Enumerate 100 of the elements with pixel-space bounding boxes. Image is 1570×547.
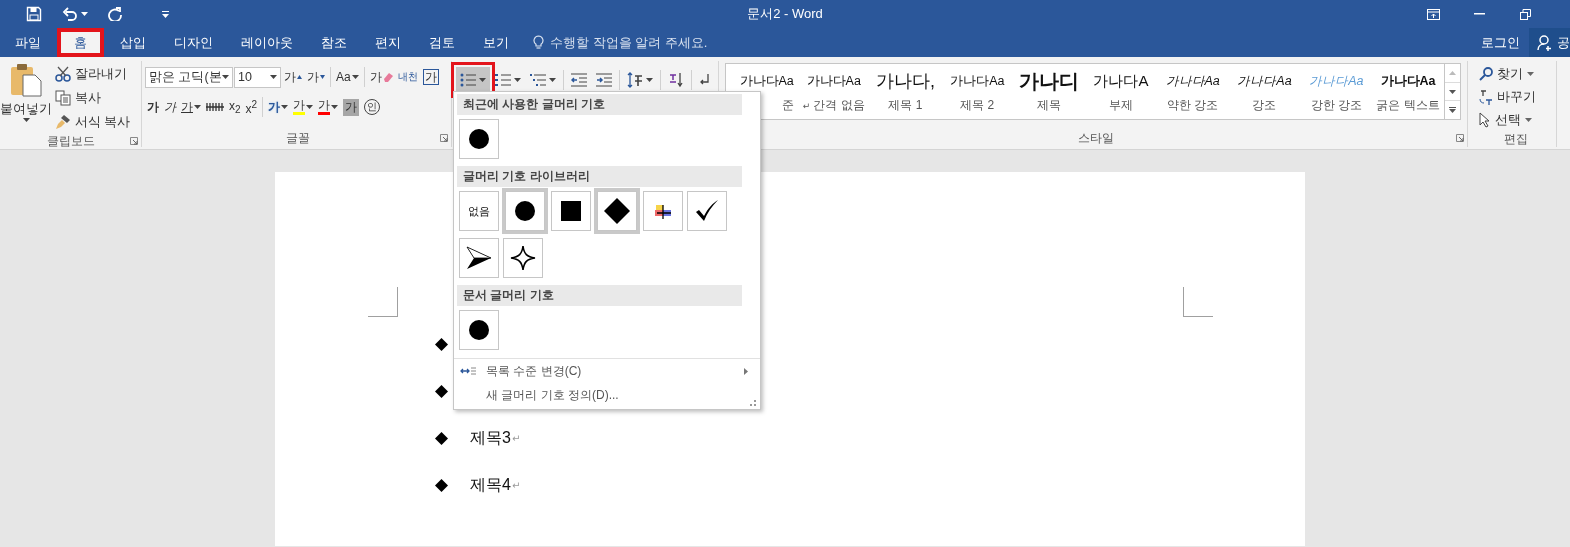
arrowhead-bullet-icon [466, 246, 492, 270]
bullet-option[interactable] [643, 191, 683, 231]
paste-button[interactable]: 붙여넣기 [0, 61, 52, 133]
arrow-up-icon [297, 75, 302, 79]
line-spacing-icon [627, 72, 643, 88]
diamond-bullet-icon [435, 432, 448, 445]
format-button[interactable]: 가 [341, 96, 362, 118]
ribbon-tab[interactable]: 파일 [3, 28, 53, 57]
caret-icon [22, 118, 30, 122]
none-label: 없음 [468, 203, 490, 219]
select-button[interactable]: 선택 [1476, 109, 1539, 131]
submenu-arrow-icon [744, 367, 748, 375]
bullet-option[interactable] [505, 191, 545, 231]
section-header: 최근에 사용한 글머리 기호 [457, 94, 742, 115]
ribbon-tab[interactable]: 편지 [363, 28, 413, 57]
dialog-launcher-button[interactable] [440, 134, 448, 142]
format-button[interactable]: x$_{2}$ [227, 96, 243, 118]
style-item[interactable]: 가나디 제목 [1013, 64, 1085, 119]
painter-button[interactable]: 서식 복사 [52, 111, 134, 133]
copy-icon [55, 90, 71, 106]
dialog-launcher-icon [130, 137, 138, 145]
format-button[interactable]: 가 [305, 66, 327, 88]
style-item[interactable]: 가나다Aa 강한 강조 [1300, 64, 1373, 119]
strikethrough-icon [206, 102, 224, 112]
replace-button[interactable]: 바꾸기 [1476, 86, 1539, 108]
bullet-option[interactable]: 없음 [459, 191, 499, 231]
diamond-bullet-icon [435, 385, 448, 398]
level-icon [460, 366, 476, 376]
bullet-option[interactable] [687, 191, 727, 231]
diamond-bullet-icon [435, 338, 448, 351]
format-button[interactable]: 가 [145, 96, 161, 118]
caret-up-icon [1449, 70, 1456, 75]
caret-icon [81, 12, 88, 16]
format-button[interactable]: 가 [162, 96, 178, 118]
share-button[interactable]: 공 [1529, 28, 1570, 57]
format-button[interactable]: 가 [282, 66, 304, 88]
format-button[interactable]: 가 [420, 66, 441, 88]
format-button[interactable]: 가 [266, 96, 291, 118]
person-icon [1537, 34, 1553, 51]
font-size-field[interactable]: 10 [234, 66, 281, 88]
style-item[interactable]: 가나다A 부제 [1085, 64, 1157, 119]
caret-icon [1525, 118, 1532, 122]
ribbon-tab[interactable]: 홈 [57, 28, 104, 57]
ribbon-tab[interactable]: 삽입 [108, 28, 158, 57]
replace-icon [1479, 89, 1493, 105]
minimize-icon [1473, 13, 1485, 15]
style-item[interactable]: 가나다Aa 강조 [1228, 64, 1301, 119]
dialog-launcher-button[interactable] [130, 137, 138, 145]
brush-icon [55, 114, 71, 130]
format-button[interactable]: 내천 [395, 66, 420, 88]
list-item-text: 제목3↵ [470, 428, 521, 448]
undo-icon [62, 7, 78, 21]
ribbon-display-icon [1426, 8, 1440, 20]
indent-icon [596, 73, 612, 87]
style-item[interactable]: 가나다Aa ↵ 간격 없음 [797, 64, 870, 119]
format-button[interactable]: 가 [367, 66, 395, 88]
find-button[interactable]: 찾기 [1476, 63, 1539, 85]
more-icon [1449, 107, 1456, 114]
circle-bullet-icon [514, 200, 536, 222]
section-header: 문서 글머리 기호 [457, 285, 742, 306]
ribbon-tab[interactable]: 레이아웃 [229, 28, 305, 57]
dialog-launcher-icon [1456, 134, 1464, 142]
menu-item[interactable]: 새 글머리 기호 정의(D)... [454, 383, 760, 407]
bullet-option[interactable] [459, 310, 499, 350]
format-button[interactable]: 가 [291, 96, 316, 118]
group-label: 스타일 [1078, 129, 1114, 147]
tell-me-field[interactable]: 수행할 작업을 알려 주세요. [550, 35, 740, 50]
bullet-option[interactable] [459, 119, 499, 159]
bullet-option[interactable] [503, 238, 543, 278]
caret-icon [331, 105, 339, 109]
style-item[interactable]: 가나다Aa 굵은 텍스트 [1372, 64, 1444, 119]
style-item[interactable]: 가나다Aa 약한 강조 [1156, 64, 1229, 119]
bullet-option[interactable] [551, 191, 591, 231]
ribbon-tab[interactable]: 참조 [309, 28, 359, 57]
group-label: 클립보드 [46, 133, 95, 150]
ribbon-tab[interactable]: 검토 [417, 28, 467, 57]
format-button[interactable]: 가 [179, 96, 203, 118]
square-bullet-icon [561, 201, 581, 221]
ribbon-tab[interactable]: 보기 [471, 28, 521, 57]
save-icon [26, 6, 42, 22]
caret-icon [222, 75, 229, 79]
multilevel-icon [530, 73, 546, 87]
dialog-launcher-button[interactable] [1456, 134, 1464, 142]
style-item[interactable]: 가나다, 제목 1 [869, 64, 942, 119]
dialog-launcher-icon [440, 134, 448, 142]
cut-button[interactable]: 잘라내기 [52, 63, 134, 85]
style-item[interactable]: 가나다Aa 제목 2 [941, 64, 1014, 119]
menu-item[interactable]: 목록 수준 변경(C) [454, 359, 760, 383]
bullet-option[interactable] [459, 238, 499, 278]
font-name-field[interactable]: 맑은 고딕(본 [145, 66, 233, 88]
bullet-option[interactable] [597, 191, 637, 231]
format-button[interactable]: 가 [316, 96, 341, 118]
format-button[interactable]: x$^{2}$ [243, 96, 260, 118]
format-button[interactable]: Aa [334, 66, 361, 88]
clipboard-icon [10, 63, 42, 97]
ribbon-tab[interactable]: 디자인 [162, 28, 225, 57]
caret-icon [1449, 89, 1456, 94]
copy-button[interactable]: 복사 [52, 87, 134, 109]
sign-in-link[interactable]: 로그인 [1472, 33, 1529, 52]
scissors-icon [55, 66, 71, 82]
